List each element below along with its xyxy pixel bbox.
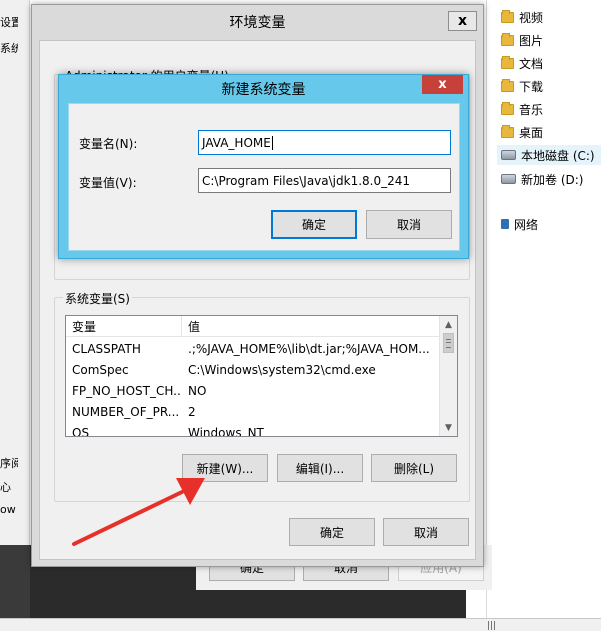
close-button[interactable]: x — [448, 11, 477, 31]
text-caret — [271, 135, 273, 150]
dialog-title: 环境变量 — [229, 15, 286, 31]
nav-item-label: 桌面 — [519, 125, 544, 140]
resize-grip — [488, 621, 489, 630]
nav-item-pictures[interactable]: 图片 — [501, 30, 543, 50]
nav-item-label: 视频 — [519, 10, 544, 25]
variable-value-label: 变量值(V): — [79, 176, 137, 190]
variable-name-cell: FP_NO_HOST_CH... — [72, 383, 182, 398]
background-dark-area — [0, 545, 30, 618]
scroll-down-icon[interactable]: ▼ — [440, 419, 457, 436]
variable-name-input[interactable]: JAVA_HOME — [198, 130, 451, 155]
nav-item-music[interactable]: 音乐 — [501, 99, 543, 119]
explorer-nav-pane: 视频 图片 文档 下载 音乐 桌面 本地磁盘 (C:) 新加卷 (D:) 网络 — [486, 0, 601, 631]
nav-item-label: 图片 — [519, 33, 544, 48]
table-row[interactable]: FP_NO_HOST_CH... NO — [66, 380, 440, 401]
background-text: 设置 — [0, 16, 18, 29]
folder-icon — [501, 32, 514, 46]
background-window-left: 设置 系统 序阅 心 ow — [0, 0, 30, 545]
folder-icon — [501, 9, 514, 23]
folder-icon — [501, 78, 514, 92]
folder-icon — [501, 55, 514, 69]
drive-icon — [501, 150, 516, 160]
variable-name-cell: OS — [72, 425, 90, 437]
nav-item-desktop[interactable]: 桌面 — [501, 122, 543, 142]
taskbar-strip — [0, 618, 601, 631]
variable-value-cell: NO — [188, 383, 207, 398]
table-row[interactable]: OS Windows_NT — [66, 422, 440, 437]
list-scrollbar[interactable]: ▲ ▼ — [439, 316, 457, 436]
scroll-up-icon[interactable]: ▲ — [440, 316, 457, 333]
drive-icon — [501, 174, 516, 184]
variable-name-cell: CLASSPATH — [72, 341, 141, 356]
folder-icon — [501, 101, 514, 115]
cancel-button[interactable]: 取消 — [383, 518, 469, 546]
dialog-body: 变量名(N): JAVA_HOME 变量值(V): C:\Program Fil… — [68, 103, 460, 251]
group-label: 系统变量(S) — [63, 290, 132, 307]
cancel-button[interactable]: 取消 — [366, 210, 452, 239]
close-button[interactable]: x — [422, 75, 463, 94]
variable-name-cell: ComSpec — [72, 362, 129, 377]
nav-item-label: 本地磁盘 (C:) — [521, 148, 595, 163]
nav-item-label: 新加卷 (D:) — [521, 172, 584, 187]
variable-name-cell: NUMBER_OF_PR... — [72, 404, 180, 419]
nav-item-label: 文档 — [519, 56, 544, 71]
folder-icon — [501, 124, 514, 138]
scrollbar-thumb[interactable] — [443, 333, 454, 353]
new-system-variable-dialog: 新建系统变量 x 变量名(N): JAVA_HOME 变量值(V): C:\Pr… — [58, 74, 469, 259]
table-row[interactable]: NUMBER_OF_PR... 2 — [66, 401, 440, 422]
nav-item-videos[interactable]: 视频 — [501, 7, 543, 27]
background-text: 序阅 — [0, 457, 18, 470]
close-icon: x — [457, 13, 468, 29]
ok-button[interactable]: 确定 — [271, 210, 357, 239]
nav-item-label: 音乐 — [519, 102, 544, 117]
new-button[interactable]: 新建(W)... — [182, 454, 268, 482]
column-header-variable[interactable]: 变量 — [66, 316, 182, 337]
variable-value-cell: C:\Windows\system32\cmd.exe — [188, 362, 376, 377]
variable-value-input[interactable]: C:\Program Files\Java\jdk1.8.0_241 — [198, 168, 451, 193]
nav-item-drive-c[interactable]: 本地磁盘 (C:) — [497, 145, 601, 165]
close-icon: x — [438, 77, 447, 92]
resize-grip — [494, 621, 495, 630]
nav-item-label: 下载 — [519, 79, 544, 94]
edit-button[interactable]: 编辑(I)... — [277, 454, 363, 482]
nav-item-network[interactable]: 网络 — [501, 214, 538, 234]
variable-value-cell: 2 — [188, 404, 196, 419]
variable-name-label: 变量名(N): — [79, 137, 138, 151]
dialog-title: 新建系统变量 — [221, 81, 306, 98]
variable-value-cell: Windows_NT — [188, 425, 264, 437]
nav-item-downloads[interactable]: 下载 — [501, 76, 543, 96]
delete-button[interactable]: 删除(L) — [371, 454, 457, 482]
nav-item-drive-d[interactable]: 新加卷 (D:) — [501, 169, 583, 189]
background-text: 系统 — [0, 42, 18, 55]
system-variables-list[interactable]: 变量 值 CLASSPATH .;%JAVA_HOME%\lib\dt.jar;… — [65, 315, 458, 437]
nav-item-label: 网络 — [514, 217, 539, 232]
column-header-value[interactable]: 值 — [182, 316, 440, 337]
variable-value-cell: .;%JAVA_HOME%\lib\dt.jar;%JAVA_HOM... — [188, 341, 430, 356]
list-header: 变量 值 — [66, 316, 440, 337]
background-text: 心 — [0, 481, 11, 494]
network-icon — [501, 219, 509, 229]
nav-item-documents[interactable]: 文档 — [501, 53, 543, 73]
background-text: ow — [0, 503, 16, 516]
table-row[interactable]: ComSpec C:\Windows\system32\cmd.exe — [66, 359, 440, 380]
resize-grip — [491, 621, 492, 630]
table-row[interactable]: CLASSPATH .;%JAVA_HOME%\lib\dt.jar;%JAVA… — [66, 338, 440, 359]
ok-button[interactable]: 确定 — [289, 518, 375, 546]
